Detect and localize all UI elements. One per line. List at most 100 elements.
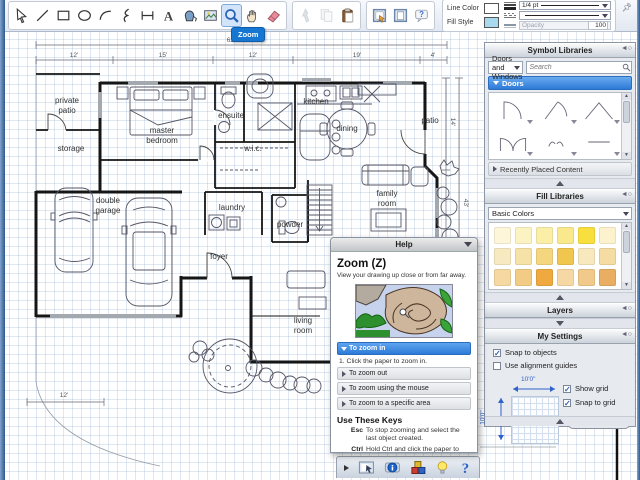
symbol-dropdown-icon[interactable]: [614, 120, 620, 124]
panel-collapse-icon[interactable]: ◄○: [621, 45, 632, 52]
color-swatch[interactable]: [515, 269, 532, 286]
alignment-guides-checkbox[interactable]: [493, 362, 501, 370]
recently-placed-section[interactable]: Recently Placed Content: [488, 162, 632, 176]
pan-tool[interactable]: [242, 4, 263, 27]
help-section-zoom-in[interactable]: To zoom in: [337, 342, 471, 355]
rectangle-tool[interactable]: [53, 4, 74, 27]
pin-icon[interactable]: 📌︎: [622, 3, 632, 12]
snap-to-objects-row[interactable]: Snap to objects: [493, 348, 635, 357]
line-color-swatch[interactable]: [484, 3, 499, 14]
search-input[interactable]: [527, 64, 622, 71]
help-section-zoom-out[interactable]: To zoom out: [337, 367, 471, 380]
tip-lightbulb-icon[interactable]: [435, 460, 450, 475]
color-swatch[interactable]: [494, 269, 511, 286]
dimension-label: 19': [353, 52, 361, 59]
color-swatch[interactable]: [557, 269, 574, 286]
color-swatch[interactable]: [599, 248, 616, 265]
fill-library-select[interactable]: Basic Colors: [488, 207, 632, 220]
main-toolbar: A ? Line Color Fill Style 1/4 pt: [5, 0, 637, 32]
swatches-scrollbar[interactable]: ▲▼: [621, 223, 631, 289]
eraser-tool[interactable]: [263, 4, 284, 27]
page-view-tool[interactable]: [390, 4, 411, 27]
color-swatch[interactable]: [536, 269, 553, 286]
color-swatch[interactable]: [494, 227, 511, 244]
smartdraw-window: privatepatiostoragemasterbedroomensuitew…: [0, 0, 640, 480]
color-swatch[interactable]: [599, 227, 616, 244]
symbol-dropdown-icon[interactable]: [614, 152, 620, 156]
smartpanel-view-tool[interactable]: [369, 4, 390, 27]
color-swatch[interactable]: [515, 227, 532, 244]
arc-tool[interactable]: [95, 4, 116, 27]
dimension-label: 12': [60, 392, 68, 399]
symbol-dropdown-icon[interactable]: [571, 152, 577, 156]
fill-libraries-header[interactable]: Fill Libraries ◄○: [485, 189, 635, 204]
opacity-value[interactable]: [588, 21, 608, 30]
snap-to-grid-checkbox[interactable]: [563, 399, 571, 407]
panel-collapse-icon[interactable]: ◄○: [621, 331, 632, 338]
fill-style-swatch[interactable]: [484, 17, 499, 28]
clipboard-tools-group: [292, 1, 361, 30]
color-swatch[interactable]: [515, 248, 532, 265]
color-swatch[interactable]: [578, 269, 595, 286]
symbol-dropdown-icon[interactable]: [527, 120, 533, 124]
image-tool[interactable]: [200, 4, 221, 27]
fill-tool[interactable]: [179, 4, 200, 27]
select-tool[interactable]: [11, 4, 32, 27]
help-section-zoom-mouse[interactable]: To zoom using the mouse: [337, 382, 471, 395]
alignment-guides-row[interactable]: Use alignment guides: [493, 361, 635, 370]
color-swatch[interactable]: [599, 269, 616, 286]
zoom-tool[interactable]: [221, 4, 242, 27]
help-popup-titlebar[interactable]: Help: [331, 238, 477, 252]
opacity-control[interactable]: Opacity: [519, 21, 611, 30]
snap-to-grid-row[interactable]: Snap to grid: [563, 398, 615, 407]
ellipse-tool[interactable]: [74, 4, 95, 27]
freehand-tool[interactable]: [116, 4, 137, 27]
line-style-select[interactable]: [519, 11, 611, 20]
color-swatch[interactable]: [536, 248, 553, 265]
color-swatch[interactable]: [557, 248, 574, 265]
show-grid-row[interactable]: Show grid: [563, 384, 608, 393]
help-bubble-tool[interactable]: ?: [411, 4, 432, 27]
symbols-scrollbar[interactable]: ▲▼: [621, 93, 631, 159]
room-label: foyer: [210, 252, 228, 261]
layers-header[interactable]: Layers ◄○: [485, 303, 635, 318]
door-symbol-double-angle[interactable]: [578, 94, 621, 126]
color-swatch[interactable]: [494, 248, 511, 265]
dimension-tool[interactable]: [137, 4, 158, 27]
door-symbol-single[interactable]: [491, 94, 534, 126]
my-settings-header[interactable]: My Settings ◄○: [485, 329, 635, 344]
smartpanel-icon[interactable]: [358, 460, 375, 475]
grid-settings-preview: 10'0" 10'0" Show grid Snap to grid Edit …: [485, 376, 635, 448]
panel-collapse-icon[interactable]: ◄○: [621, 191, 632, 198]
door-symbol-double[interactable]: [491, 126, 534, 158]
symbol-dropdown-icon[interactable]: [571, 120, 577, 124]
help-collapse-icon[interactable]: [464, 242, 472, 247]
symbol-search-box[interactable]: [526, 61, 632, 74]
text-tool[interactable]: A: [158, 4, 179, 27]
line-tool[interactable]: [32, 4, 53, 27]
layers-expand-strip[interactable]: [485, 318, 635, 329]
info-icon[interactable]: [384, 460, 401, 475]
color-swatch[interactable]: [557, 227, 574, 244]
paste-tool[interactable]: [337, 4, 358, 27]
show-grid-checkbox[interactable]: [563, 385, 571, 393]
color-swatch[interactable]: [536, 227, 553, 244]
panel-collapse-icon[interactable]: ◄○: [621, 305, 632, 312]
symbols-collapse-strip[interactable]: [485, 178, 635, 189]
snap-to-objects-checkbox[interactable]: [493, 349, 501, 357]
fills-collapse-strip[interactable]: [485, 292, 635, 303]
help-question-icon[interactable]: ?: [459, 460, 472, 476]
symbol-library-select[interactable]: Doors and Windows: [488, 61, 523, 74]
blocks-icon[interactable]: [410, 460, 427, 475]
line-weight-select[interactable]: 1/4 pt: [519, 1, 611, 10]
settings-collapse-strip[interactable]: [485, 416, 635, 426]
color-swatch[interactable]: [578, 227, 595, 244]
expand-arrow-icon[interactable]: [344, 465, 349, 471]
view-tools-group: ?: [366, 1, 435, 30]
help-section-zoom-area[interactable]: To zoom to a specific area: [337, 397, 471, 410]
door-symbol-double-swing[interactable]: [534, 126, 577, 158]
symbol-dropdown-icon[interactable]: [527, 152, 533, 156]
color-swatch[interactable]: [578, 248, 595, 265]
door-symbol-open[interactable]: [534, 94, 577, 126]
door-symbol-opening[interactable]: [578, 126, 621, 158]
